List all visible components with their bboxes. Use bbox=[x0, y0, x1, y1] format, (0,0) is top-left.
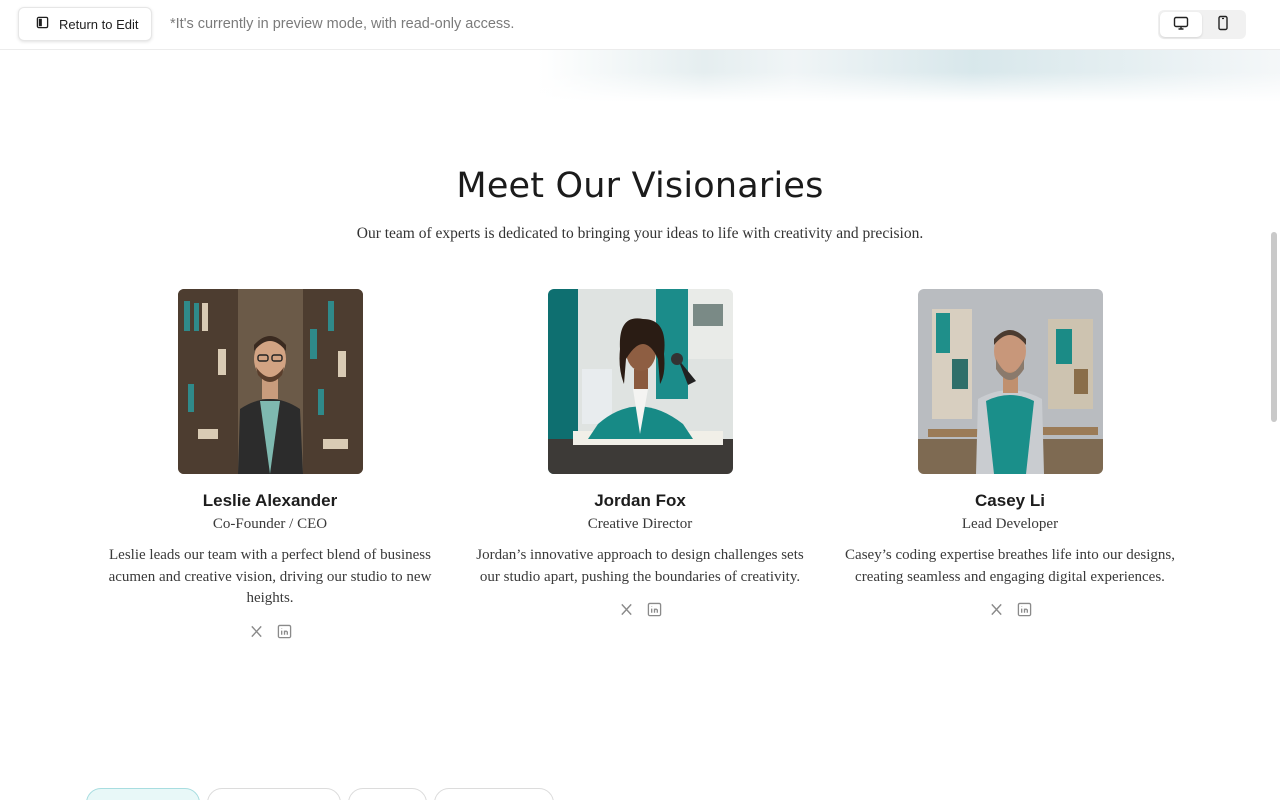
team-member-photo bbox=[917, 289, 1103, 474]
filter-pill[interactable] bbox=[348, 788, 427, 800]
sidebar-panel-icon bbox=[36, 16, 49, 32]
team-member-name: Jordan Fox bbox=[594, 491, 686, 510]
device-toggle bbox=[1158, 10, 1246, 39]
team-member-photo bbox=[547, 289, 733, 474]
x-icon[interactable] bbox=[619, 602, 634, 617]
monitor-icon bbox=[1173, 15, 1189, 35]
filter-pill[interactable] bbox=[86, 788, 200, 800]
return-to-edit-label: Return to Edit bbox=[59, 16, 139, 32]
filter-pill[interactable] bbox=[434, 788, 554, 800]
linkedin-icon[interactable] bbox=[1017, 602, 1032, 617]
team-card: Leslie Alexander Co-Founder / CEO Leslie… bbox=[90, 289, 450, 639]
section-title: Meet Our Visionaries bbox=[456, 166, 824, 206]
team-member-bio: Casey’s coding expertise breathes life i… bbox=[845, 547, 1175, 585]
team-card: Jordan Fox Creative Director Jordan’s in… bbox=[460, 289, 820, 617]
team-member-role: Co-Founder / CEO bbox=[212, 516, 328, 532]
phone-icon bbox=[1215, 15, 1231, 35]
social-links bbox=[460, 602, 820, 617]
team-member-role: Lead Developer bbox=[961, 516, 1059, 532]
team-member-name: Casey Li bbox=[975, 491, 1045, 510]
desktop-view-button[interactable] bbox=[1160, 12, 1202, 37]
mobile-view-button[interactable] bbox=[1202, 12, 1244, 37]
hero-image-strip bbox=[0, 50, 1280, 102]
preview-toolbar: Return to Edit *It's currently in previe… bbox=[0, 0, 1280, 50]
x-icon[interactable] bbox=[249, 624, 264, 639]
filter-pill[interactable] bbox=[207, 788, 341, 800]
team-member-bio: Leslie leads our team with a perfect ble… bbox=[108, 547, 432, 606]
x-icon[interactable] bbox=[989, 602, 1004, 617]
page-scrollbar[interactable] bbox=[1271, 232, 1277, 422]
social-links bbox=[830, 602, 1190, 617]
linkedin-icon[interactable] bbox=[277, 624, 292, 639]
linkedin-icon[interactable] bbox=[647, 602, 662, 617]
return-to-edit-button[interactable]: Return to Edit bbox=[18, 7, 152, 41]
section-subtitle: Our team of experts is dedicated to brin… bbox=[356, 225, 924, 242]
team-member-photo bbox=[177, 289, 363, 474]
team-member-bio: Jordan’s innovative approach to design c… bbox=[476, 547, 804, 585]
social-links bbox=[90, 624, 450, 639]
team-card: Casey Li Lead Developer Casey’s coding e… bbox=[830, 289, 1190, 617]
team-member-name: Leslie Alexander bbox=[202, 491, 338, 510]
team-member-role: Creative Director bbox=[587, 516, 693, 532]
preview-mode-note: *It's currently in preview mode, with re… bbox=[170, 16, 515, 32]
